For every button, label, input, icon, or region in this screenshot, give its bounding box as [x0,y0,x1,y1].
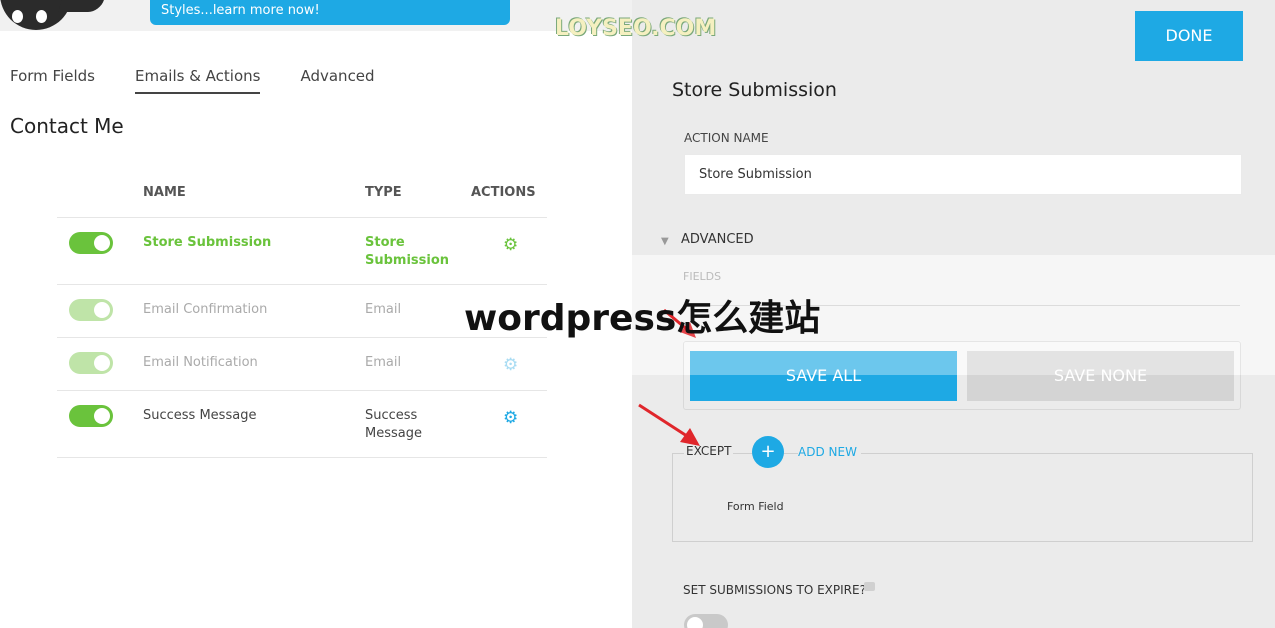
enable-toggle[interactable] [69,405,113,427]
gear-icon[interactable]: ⚙ [503,410,518,427]
add-new-link[interactable]: ADD NEW [798,445,861,459]
tab-advanced[interactable]: Advanced [300,67,374,94]
caption-text: wordpress怎么建站 [464,298,821,339]
gear-icon[interactable]: ⚙ [503,357,518,374]
done-button[interactable]: DONE [1135,11,1243,61]
table-row: Success Message Success Message ⚙ [57,391,547,458]
caret-down-icon[interactable]: ▼ [661,236,669,247]
form-title: Contact Me [10,114,124,138]
enable-toggle[interactable] [69,299,113,321]
column-header-actions: ACTIONS [471,185,536,200]
tab-form-fields[interactable]: Form Fields [10,67,95,94]
gear-icon[interactable]: ⚙ [503,237,518,254]
table-row: Email Notification Email ⚙ [57,338,547,391]
action-type: Email [365,302,402,317]
panel-title: Store Submission [672,79,837,101]
expire-label: SET SUBMISSIONS TO EXPIRE? [683,583,866,597]
action-name-input[interactable]: Store Submission [684,154,1242,195]
tab-bar: Form Fields Emails & Actions Advanced [10,67,375,94]
action-name: Store Submission [143,235,272,250]
except-box [672,453,1253,542]
help-tooltip-icon[interactable] [864,582,875,591]
action-type: Store Submission [365,235,450,268]
promo-banner[interactable]: Styles...learn more now! [150,0,510,25]
watermark: LOYSEO.COM [555,16,717,41]
expire-toggle[interactable] [684,614,728,628]
action-name-label: ACTION NAME [684,131,769,145]
fields-label: FIELDS [683,270,722,283]
add-new-icon[interactable]: + [752,436,784,468]
form-field-label: Form Field [727,500,784,513]
red-arrow-icon [638,403,700,446]
table-header: NAME TYPE ACTIONS [57,182,547,218]
overlay-band [683,341,1241,375]
enable-toggle[interactable] [69,232,113,254]
action-name: Email Confirmation [143,302,268,317]
promo-text: Styles...learn more now! [161,3,320,18]
enable-toggle[interactable] [69,352,113,374]
action-type: Success Message [365,408,422,441]
action-name: Email Notification [143,355,258,370]
tab-emails-actions[interactable]: Emails & Actions [135,67,261,94]
table-row: Store Submission Store Submission ⚙ [57,218,547,285]
action-name: Success Message [143,408,257,423]
column-header-name: NAME [143,185,186,200]
action-type: Email [365,355,402,370]
column-header-type: TYPE [365,185,402,200]
advanced-toggle[interactable]: ADVANCED [681,232,754,247]
